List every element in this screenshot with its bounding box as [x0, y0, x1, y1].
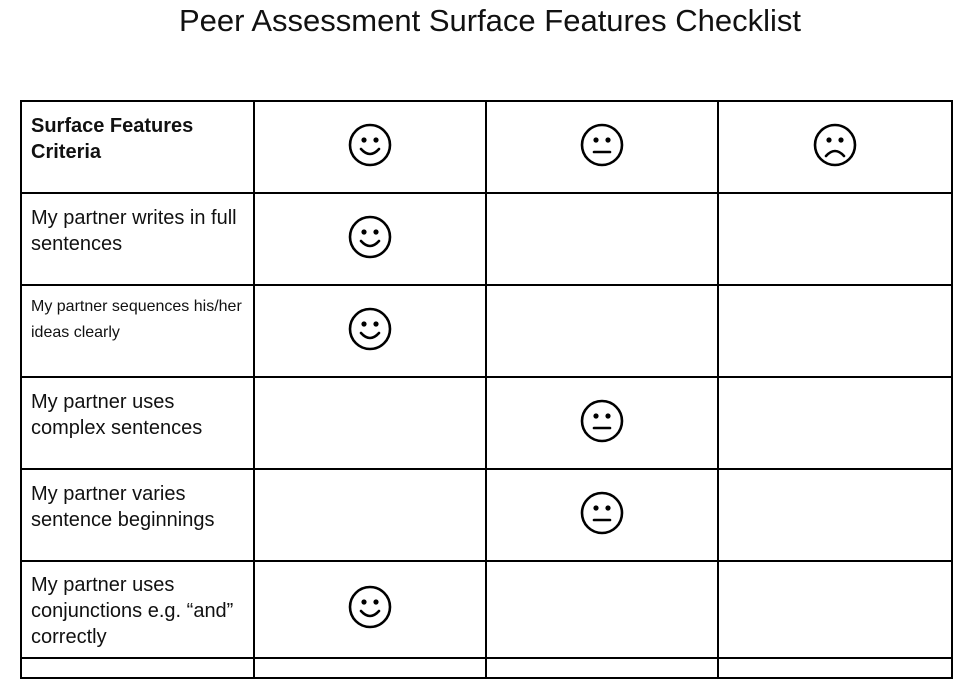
- smiley-happy-icon: [347, 214, 393, 260]
- table-row: My partner uses complex sentences: [20, 376, 953, 470]
- rating-cell-happy[interactable]: [253, 657, 487, 679]
- rating-cell-sad[interactable]: [717, 284, 953, 378]
- smiley-happy-icon: [347, 122, 393, 168]
- rating-cell-neutral[interactable]: [485, 376, 719, 470]
- criterion-cell: My partner uses complex sentences: [20, 376, 255, 470]
- rating-cell-sad[interactable]: [717, 192, 953, 286]
- table-row-partial: [20, 657, 953, 679]
- checklist-table: Surface Features Criteria My partner wri…: [20, 100, 953, 679]
- rating-cell-neutral[interactable]: [485, 468, 719, 562]
- smiley-happy-icon: [347, 584, 393, 630]
- rating-cell-sad[interactable]: [717, 657, 953, 679]
- smiley-neutral-icon: [579, 490, 625, 536]
- criterion-cell: My partner varies sentence beginnings: [20, 468, 255, 562]
- smiley-happy-icon: [347, 306, 393, 352]
- header-cell-neutral: [485, 100, 719, 194]
- criterion-cell: My partner uses conjunctions e.g. “and” …: [20, 560, 255, 659]
- rating-cell-neutral[interactable]: [485, 560, 719, 659]
- rating-cell-happy[interactable]: [253, 192, 487, 286]
- criterion-cell: My partner sequences his/her ideas clear…: [20, 284, 255, 378]
- smiley-sad-icon: [812, 122, 858, 168]
- criterion-label: My partner writes in full sentences: [31, 207, 237, 255]
- rating-cell-happy[interactable]: [253, 284, 487, 378]
- criterion-label: My partner uses complex sentences: [31, 391, 203, 439]
- table-row: My partner writes in full sentences: [20, 192, 953, 286]
- smiley-neutral-icon: [579, 122, 625, 168]
- table-row: My partner uses conjunctions e.g. “and” …: [20, 560, 953, 659]
- rating-cell-sad[interactable]: [717, 560, 953, 659]
- table-row: My partner varies sentence beginnings: [20, 468, 953, 562]
- rating-cell-sad[interactable]: [717, 468, 953, 562]
- rating-cell-neutral[interactable]: [485, 657, 719, 679]
- criteria-header-label: Surface Features Criteria: [31, 115, 194, 163]
- criterion-label: My partner sequences his/her ideas clear…: [31, 298, 242, 341]
- criterion-label: My partner uses conjunctions e.g. “and” …: [31, 574, 234, 648]
- header-cell-sad: [717, 100, 953, 194]
- rating-cell-happy[interactable]: [253, 376, 487, 470]
- rating-cell-happy[interactable]: [253, 560, 487, 659]
- rating-cell-happy[interactable]: [253, 468, 487, 562]
- rating-cell-sad[interactable]: [717, 376, 953, 470]
- rating-cell-neutral[interactable]: [485, 284, 719, 378]
- criterion-label: My partner varies sentence beginnings: [31, 483, 215, 531]
- page-title: Peer Assessment Surface Features Checkli…: [179, 3, 801, 38]
- rating-cell-neutral[interactable]: [485, 192, 719, 286]
- header-cell-happy: [253, 100, 487, 194]
- header-row: Surface Features Criteria: [20, 100, 953, 194]
- smiley-neutral-icon: [579, 398, 625, 444]
- criterion-cell: My partner writes in full sentences: [20, 192, 255, 286]
- criterion-cell: [20, 657, 255, 679]
- criteria-header-cell: Surface Features Criteria: [20, 100, 255, 194]
- table-row: My partner sequences his/her ideas clear…: [20, 284, 953, 378]
